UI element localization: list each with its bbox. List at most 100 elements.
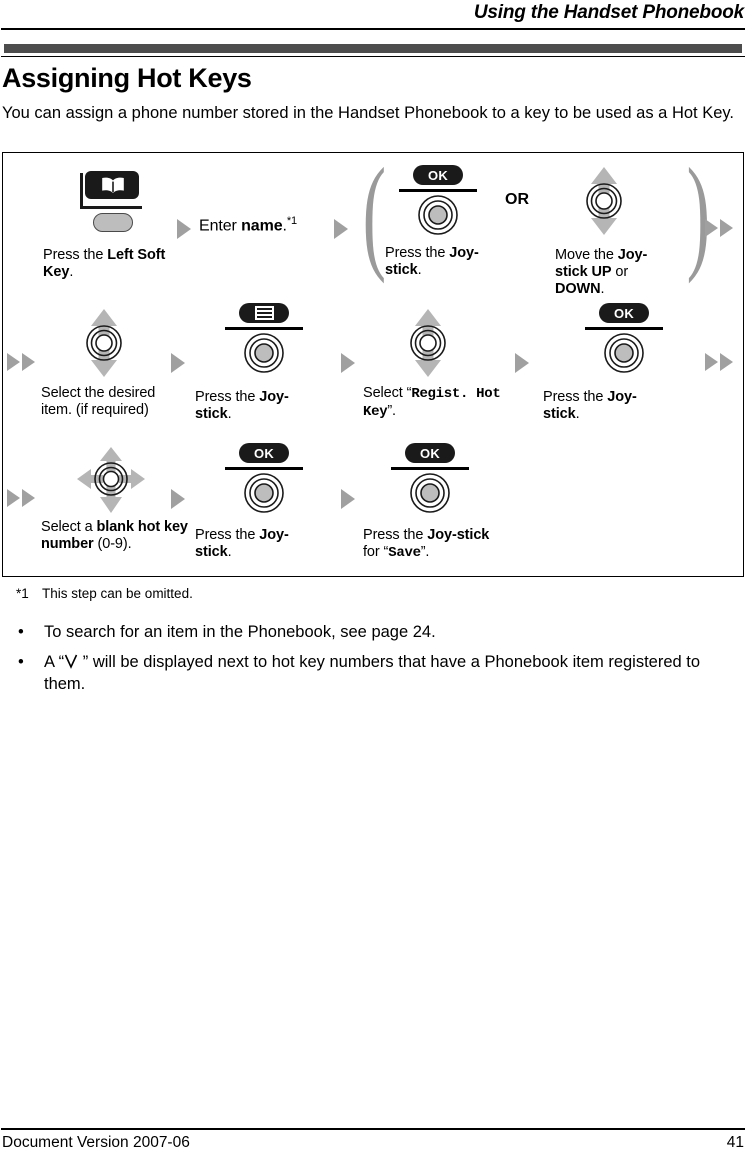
label-mono: Save: [388, 545, 421, 561]
page-footer: Document Version 2007-06 41: [0, 1134, 746, 1158]
flow-arrow-2: [334, 219, 350, 239]
running-header: Using the Handset Phonebook: [0, 0, 746, 30]
ok-joystick-art: OK: [391, 443, 469, 515]
step-enter-name: Enter name.*1: [199, 213, 379, 234]
step-label-press-joystick-ok: Press the Joy-stick.: [385, 245, 505, 279]
label-suffix: .: [69, 264, 74, 280]
joystick-icon[interactable]: [418, 195, 458, 235]
flow-arrow-3: [171, 353, 187, 373]
label-prefix: Press the: [43, 247, 108, 263]
joystick-icon[interactable]: [244, 473, 284, 513]
footnote-marker: *1: [286, 215, 298, 227]
joystick-icon[interactable]: [604, 333, 644, 373]
step-press-joystick-ok-3: OK Press the Joy-stick.: [195, 443, 303, 560]
section-divider: [1, 56, 745, 57]
label-bold-2: DOWN: [555, 281, 601, 297]
list-item: • A “ ” will be displayed next to hot ke…: [16, 651, 716, 695]
list-item: • To search for an item in the Phonebook…: [16, 621, 716, 643]
joystick-icon[interactable]: [410, 473, 450, 513]
group-paren-right: ): [686, 142, 711, 284]
arrow-triangle-icon: [720, 353, 733, 371]
pill-underline: [399, 189, 477, 192]
row-continue-arrow-start-3: [7, 489, 47, 507]
ok-pill-badge: OK: [599, 303, 649, 323]
arrow-triangle-icon: [720, 219, 733, 237]
label-prefix: Enter: [199, 217, 242, 235]
step-label-press-joystick-ok-3: Press the Joy-stick.: [195, 527, 305, 561]
step-label-press-left-soft-key: Press the Left Soft Key.: [43, 247, 193, 281]
arrow-triangle-icon: [171, 353, 185, 373]
arrow-triangle-icon: [705, 219, 718, 237]
updown-joystick-art: [577, 167, 639, 239]
joystick-icon[interactable]: [244, 333, 284, 373]
bullet-dot: •: [18, 623, 24, 641]
step-select-regist-hot-key: Select “Regist. Hot Key”.: [363, 309, 501, 420]
label-prefix: Press the: [195, 389, 260, 405]
arrow-triangle-icon: [22, 353, 35, 371]
softkey-bracket-horizontal: [80, 206, 142, 209]
pill-underline: [585, 327, 663, 330]
footnote: *1 This step can be omitted.: [16, 585, 193, 602]
step-label-enter-name: Enter name.*1: [199, 213, 379, 234]
ok-pill-badge: OK: [239, 443, 289, 463]
ok-joystick-art: OK: [225, 443, 303, 515]
running-header-title: Using the Handset Phonebook: [473, 2, 744, 23]
phonebook-book-icon: [85, 171, 139, 199]
document-version: Document Version 2007-06: [2, 1134, 190, 1151]
updown-joystick-art: [401, 309, 463, 381]
label-prefix: Press the: [385, 245, 450, 261]
flow-arrow-4: [341, 353, 357, 373]
alternative-steps-group: ( ) OK Press the Joy-stick. OR Move the …: [359, 142, 710, 298]
arrow-triangle-icon: [341, 353, 355, 373]
step-label-move-joystick-updown: Move the Joy-stick UP or DOWN.: [555, 247, 675, 298]
label-bold: name: [241, 217, 283, 235]
label-suffix: .: [227, 406, 232, 422]
step-press-left-soft-key: Press the Left Soft Key.: [43, 171, 165, 280]
step-label-select-desired-item: Select the desired item. (if required): [41, 385, 191, 419]
bullet-dot: •: [18, 653, 24, 671]
flow-arrow-7: [341, 489, 357, 509]
arrow-triangle-icon: [171, 489, 185, 509]
footer-divider: [1, 1128, 745, 1130]
label-prefix: Select “: [363, 385, 412, 401]
arrow-triangle-icon: [7, 489, 20, 507]
menu-glyph: [254, 306, 274, 320]
label-mid: for “: [363, 544, 389, 560]
joystick-updown-icon[interactable]: [577, 167, 631, 239]
procedure-row-1: Press the Left Soft Key. Enter name.*1 (…: [3, 142, 745, 298]
label-prefix: Move the: [555, 247, 618, 263]
label-prefix: Press the: [543, 389, 608, 405]
step-press-joystick-menu: Press the Joy-stick.: [195, 303, 303, 422]
label-bold: Joy-stick: [427, 527, 490, 543]
softkey-bracket-vertical: [80, 173, 83, 209]
ok-pill-badge: OK: [405, 443, 455, 463]
checkmark-icon: [64, 653, 78, 669]
procedure-row-2: Select the desired item. (if required) P…: [3, 301, 743, 443]
fourway-joystick-art: [75, 447, 147, 519]
arrow-triangle-icon: [7, 353, 20, 371]
arrow-triangle-icon: [334, 219, 348, 239]
list-item-text: To search for an item in the Phonebook, …: [44, 623, 436, 641]
label-suffix: .: [600, 281, 605, 297]
list-item-text-suffix: ” will be displayed next to hot key numb…: [44, 653, 701, 693]
joystick-updown-icon[interactable]: [401, 309, 455, 381]
step-press-joystick-ok: OK Press the Joy-stick.: [385, 165, 479, 278]
flow-arrow-1: [177, 219, 193, 239]
footnote-text: This step can be omitted.: [42, 586, 193, 601]
step-select-blank-hot-key: Select a blank hot key number (0-9).: [41, 447, 188, 552]
list-item-text-prefix: A “: [44, 653, 65, 671]
group-paren-left: (: [362, 142, 387, 284]
step-label-select-blank-hot-key: Select a blank hot key number (0-9).: [41, 519, 191, 553]
arrow-triangle-icon: [705, 353, 718, 371]
label-prefix: Press the: [363, 527, 428, 543]
or-separator-label: OR: [505, 191, 529, 208]
row-continue-arrow-end-1: [705, 219, 745, 237]
book-glyph: [101, 177, 124, 193]
soft-key-button[interactable]: [93, 213, 133, 232]
joystick-fourway-icon[interactable]: [75, 447, 147, 517]
procedure-diagram: Press the Left Soft Key. Enter name.*1 (…: [2, 142, 745, 577]
label-suffix: ”.: [387, 403, 396, 419]
joystick-updown-icon[interactable]: [77, 309, 131, 381]
label-mid: or: [611, 264, 629, 280]
label-prefix: Select a: [41, 519, 97, 535]
